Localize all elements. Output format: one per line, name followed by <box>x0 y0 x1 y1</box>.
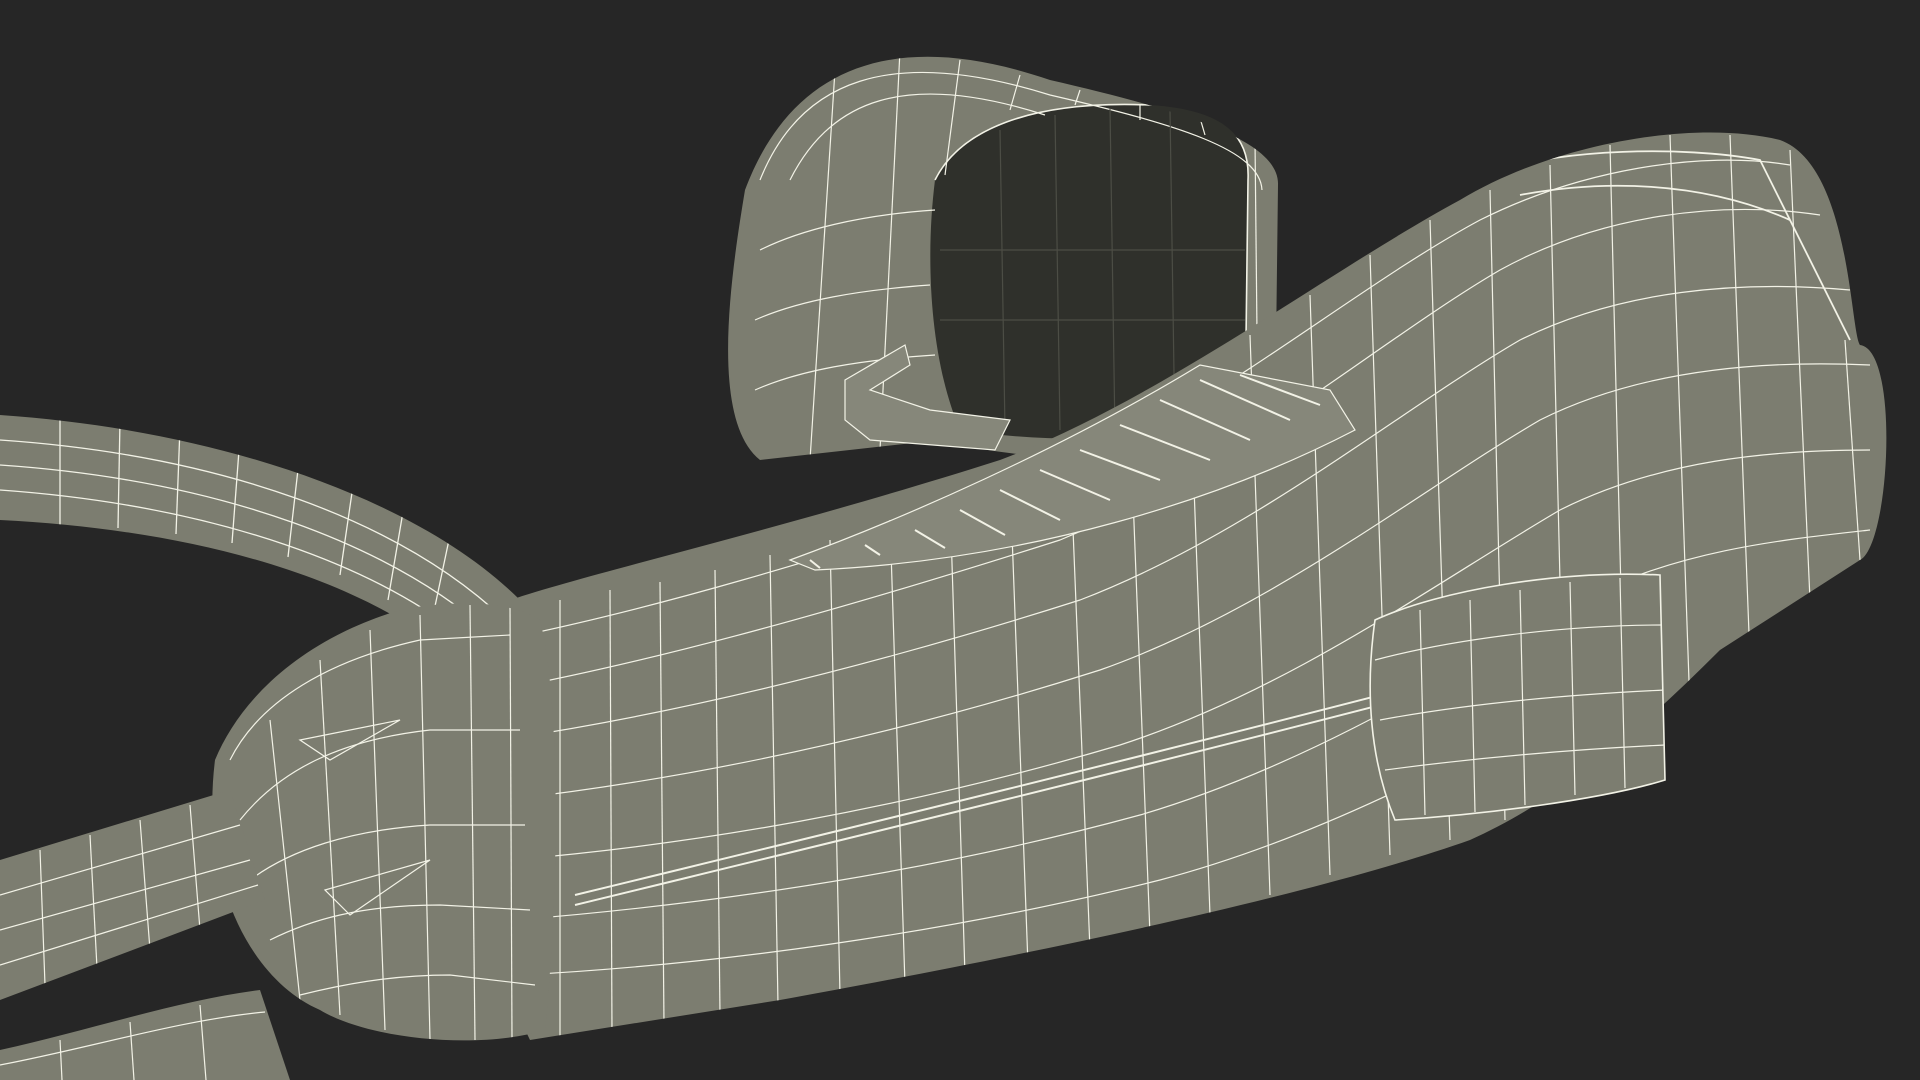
cable-boot <box>212 603 556 1041</box>
grip-block <box>1369 573 1666 821</box>
wireframe-viewport <box>0 56 1887 1080</box>
